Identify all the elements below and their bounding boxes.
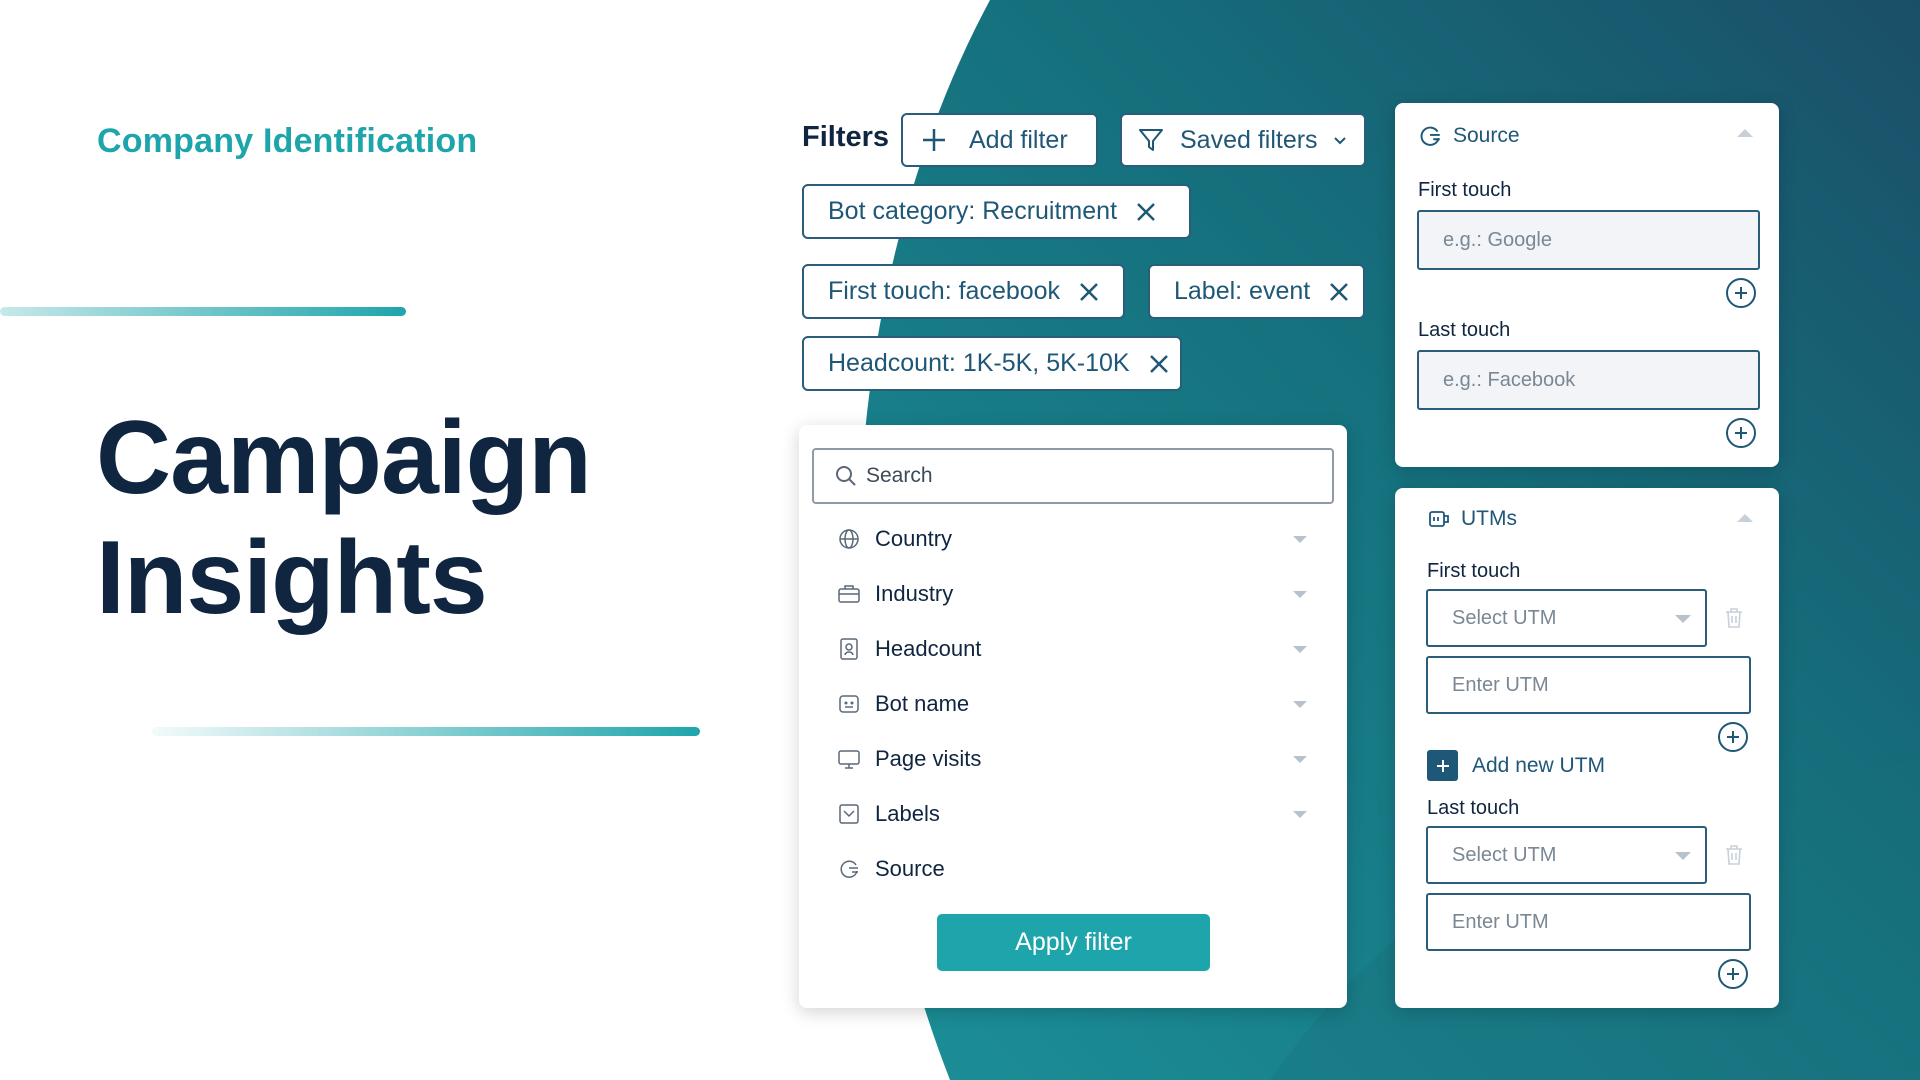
close-icon[interactable] — [1078, 281, 1100, 303]
utm-card-header[interactable]: UTMs — [1427, 507, 1517, 531]
last-touch-placeholder: e.g.: Facebook — [1443, 368, 1576, 391]
filter-item-labels[interactable]: Labels — [837, 794, 1317, 834]
filter-chip-bot-category[interactable]: Bot category: Recruitment — [802, 184, 1191, 239]
apply-filter-button[interactable]: Apply filter — [937, 914, 1210, 971]
add-last-touch-button[interactable] — [1726, 418, 1756, 448]
filter-item-label: Page visits — [875, 746, 982, 771]
add-filter-label: Add filter — [969, 125, 1068, 154]
plus-icon — [923, 129, 945, 151]
chip-label: First touch: facebook — [828, 277, 1061, 305]
saved-filters-label: Saved filters — [1180, 125, 1318, 154]
chip-label: Bot category: Recruitment — [828, 197, 1118, 225]
saved-filters-button[interactable]: Saved filters — [1120, 113, 1366, 167]
filter-item-label: Headcount — [875, 636, 982, 661]
source-card-header[interactable]: Source — [1417, 123, 1520, 149]
utm-card: UTMs First touch Select UTM Enter UTM Ad… — [1395, 488, 1779, 1008]
last-touch-label: Last touch — [1427, 797, 1520, 819]
add-filter-button[interactable]: Add filter — [901, 113, 1098, 167]
utm-icon — [1429, 511, 1449, 527]
chip-label: Headcount: 1K-5K, 5K-10K — [828, 349, 1130, 377]
accent-line-bottom — [152, 727, 700, 736]
caret-down-icon — [1293, 700, 1307, 708]
chip-label: Label: event — [1174, 277, 1311, 305]
bot-icon — [837, 692, 861, 716]
caret-down-icon — [1675, 852, 1691, 860]
enter-utm-placeholder: Enter UTM — [1452, 910, 1549, 933]
eyebrow-title: Company Identification — [97, 122, 478, 160]
close-icon[interactable] — [1328, 281, 1350, 303]
plus-icon — [1727, 731, 1739, 743]
last-touch-utm-select[interactable]: Select UTM — [1426, 826, 1707, 884]
last-touch-utm-input[interactable]: Enter UTM — [1426, 893, 1751, 951]
plus-icon — [1735, 427, 1747, 439]
add-last-touch-utm-button[interactable] — [1718, 959, 1748, 989]
add-new-utm-button[interactable]: Add new UTM — [1427, 750, 1605, 781]
filter-item-bot-name[interactable]: Bot name — [837, 684, 1317, 724]
label-icon — [837, 802, 861, 826]
briefcase-icon — [837, 582, 861, 606]
chevron-down-icon — [1333, 137, 1346, 145]
first-touch-source-input[interactable]: e.g.: Google — [1417, 210, 1760, 270]
filter-chip-first-touch[interactable]: First touch: facebook — [802, 264, 1125, 319]
funnel-icon — [1139, 129, 1163, 151]
source-icon — [1420, 126, 1440, 146]
first-touch-placeholder: e.g.: Google — [1443, 228, 1552, 251]
add-first-touch-utm-button[interactable] — [1718, 722, 1748, 752]
filter-item-country[interactable]: Country — [837, 519, 1317, 559]
filter-item-headcount[interactable]: Headcount — [837, 629, 1317, 669]
source-card-title: Source — [1453, 124, 1520, 147]
globe-icon — [837, 527, 861, 551]
search-input[interactable]: Search — [812, 448, 1334, 504]
filter-item-label: Industry — [875, 581, 954, 606]
source-card: Source First touch e.g.: Google Last tou… — [1395, 103, 1779, 467]
monitor-icon — [837, 747, 861, 771]
plus-icon — [1735, 287, 1747, 299]
filter-chip-label[interactable]: Label: event — [1148, 264, 1365, 319]
enter-utm-placeholder: Enter UTM — [1452, 673, 1549, 696]
filter-item-label: Bot name — [875, 691, 970, 716]
filter-item-source[interactable]: Source — [837, 849, 1317, 889]
filter-item-industry[interactable]: Industry — [837, 574, 1317, 614]
caret-down-icon — [1293, 810, 1307, 818]
select-utm-placeholder: Select UTM — [1452, 843, 1557, 866]
collapse-caret-icon[interactable] — [1737, 514, 1753, 522]
badge-icon — [837, 637, 861, 661]
trash-icon[interactable] — [1724, 844, 1744, 866]
hero-title: Campaign Insights — [96, 398, 592, 638]
search-icon — [836, 466, 856, 486]
filters-label: Filters — [802, 121, 890, 153]
plus-icon — [1727, 968, 1739, 980]
caret-down-icon — [1293, 535, 1307, 543]
caret-down-icon — [1293, 645, 1307, 653]
source-icon — [837, 857, 861, 881]
close-icon[interactable] — [1148, 353, 1170, 375]
first-touch-utm-input[interactable]: Enter UTM — [1426, 656, 1751, 714]
hero-line-2: Insights — [96, 520, 488, 636]
first-touch-utm-select[interactable]: Select UTM — [1426, 589, 1707, 647]
last-touch-source-input[interactable]: e.g.: Facebook — [1417, 350, 1760, 410]
last-touch-label: Last touch — [1418, 319, 1511, 341]
filter-item-label: Source — [875, 856, 945, 881]
caret-down-icon — [1675, 615, 1691, 623]
hero-line-1: Campaign — [96, 400, 592, 516]
caret-down-icon — [1293, 590, 1307, 598]
plus-square-icon — [1427, 750, 1458, 781]
accent-line-top — [0, 307, 406, 316]
filter-item-label: Labels — [875, 801, 940, 826]
add-first-touch-button[interactable] — [1726, 278, 1756, 308]
first-touch-label: First touch — [1418, 179, 1512, 201]
select-utm-placeholder: Select UTM — [1452, 606, 1557, 629]
collapse-caret-icon[interactable] — [1737, 129, 1753, 137]
filter-chip-headcount[interactable]: Headcount: 1K-5K, 5K-10K — [802, 336, 1182, 391]
filter-item-label: Country — [875, 526, 953, 551]
first-touch-label: First touch — [1427, 560, 1521, 582]
search-placeholder: Search — [866, 464, 933, 487]
caret-down-icon — [1293, 755, 1307, 763]
filter-panel: Search Country Industry Headcount Bot na… — [799, 425, 1347, 1008]
close-icon[interactable] — [1135, 201, 1157, 223]
utm-card-title: UTMs — [1461, 507, 1517, 530]
filter-item-page-visits[interactable]: Page visits — [837, 739, 1317, 779]
trash-icon[interactable] — [1724, 607, 1744, 629]
add-new-utm-label: Add new UTM — [1472, 753, 1606, 777]
